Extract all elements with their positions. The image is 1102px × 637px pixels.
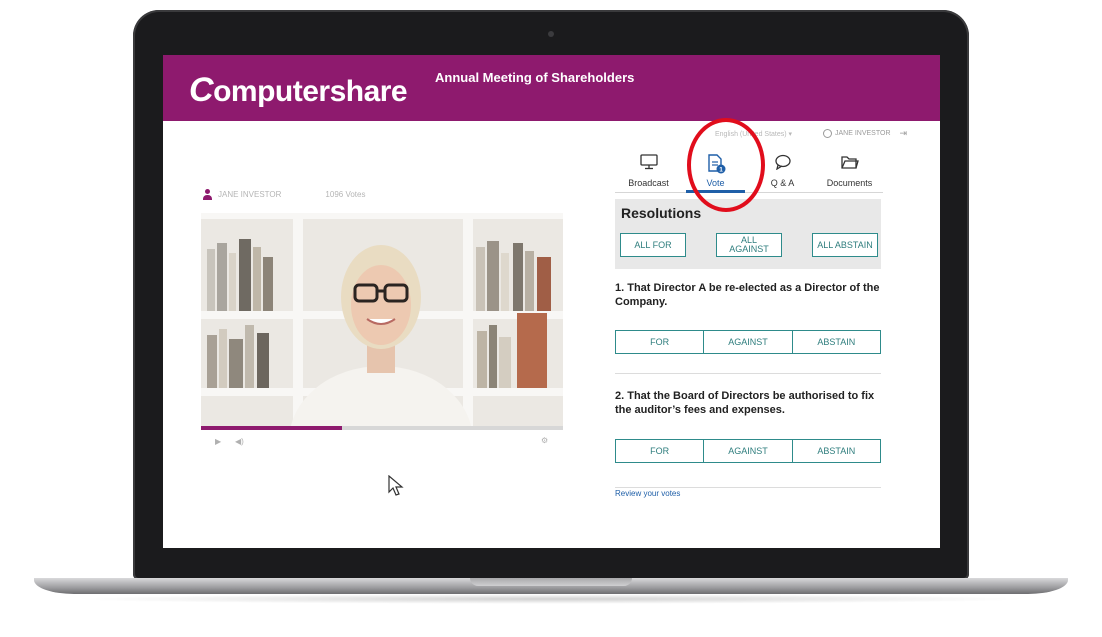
tab-broadcast[interactable]: Broadcast xyxy=(615,150,682,192)
user-icon xyxy=(823,129,832,138)
monitor-icon xyxy=(639,154,658,172)
volume-icon[interactable]: ◀) xyxy=(235,437,244,446)
person-icon xyxy=(203,189,212,200)
all-for-button[interactable]: ALL FOR xyxy=(620,233,686,257)
resolution-1-abstain-button[interactable]: ABSTAIN xyxy=(791,331,880,353)
screen: Computershare Annual Meeting of Sharehol… xyxy=(163,55,940,548)
meeting-title: Annual Meeting of Shareholders xyxy=(435,70,635,85)
all-against-button[interactable]: ALL AGAINST xyxy=(716,233,782,257)
viewer-name: JANE INVESTOR xyxy=(218,190,282,199)
highlight-circle xyxy=(687,118,765,212)
tab-documents[interactable]: Documents xyxy=(816,150,883,192)
resolution-2-options: FOR AGAINST ABSTAIN xyxy=(615,439,881,463)
resolution-2-text: 2. That the Board of Directors be author… xyxy=(615,390,875,416)
vote-count: 1096 Votes xyxy=(325,190,366,199)
play-icon[interactable]: ▶ xyxy=(215,437,221,446)
video-progress-fill xyxy=(201,426,343,430)
header-bar: Computershare Annual Meeting of Sharehol… xyxy=(163,55,940,121)
review-votes-link[interactable]: Review your votes xyxy=(615,489,680,498)
resolution-1-against-button[interactable]: AGAINST xyxy=(703,331,791,353)
settings-icon[interactable]: ⚙ xyxy=(541,436,548,445)
resolutions-panel: Resolutions ALL FOR ALL AGAINST ALL ABST… xyxy=(615,199,881,269)
logout-icon[interactable]: ⇥ xyxy=(900,128,908,139)
webcam xyxy=(548,31,554,37)
computershare-logo: Computershare xyxy=(189,71,408,109)
user-menu[interactable]: JANE INVESTOR ⇥ xyxy=(823,128,907,139)
viewer-info: JANE INVESTOR 1096 Votes xyxy=(203,189,365,200)
user-name: JANE INVESTOR xyxy=(835,130,891,137)
video-frame xyxy=(201,213,563,426)
resolution-1-for-button[interactable]: FOR xyxy=(616,331,703,353)
divider xyxy=(615,487,881,488)
mouse-cursor-icon xyxy=(388,475,404,496)
resolutions-title: Resolutions xyxy=(621,205,702,221)
laptop-notch xyxy=(470,578,632,586)
resolution-2-against-button[interactable]: AGAINST xyxy=(703,440,791,462)
laptop-shadow xyxy=(70,594,1032,604)
resolution-2-for-button[interactable]: FOR xyxy=(616,440,703,462)
resolution-1-options: FOR AGAINST ABSTAIN xyxy=(615,330,881,354)
resolution-2-abstain-button[interactable]: ABSTAIN xyxy=(791,440,880,462)
video-progress[interactable] xyxy=(201,426,563,430)
folder-icon xyxy=(840,154,859,172)
divider xyxy=(615,373,881,374)
chat-icon xyxy=(774,154,792,172)
all-abstain-button[interactable]: ALL ABSTAIN xyxy=(812,233,878,257)
resolution-1-text: 1. That Director A be re-elected as a Di… xyxy=(615,282,880,308)
video-player[interactable] xyxy=(201,213,563,426)
